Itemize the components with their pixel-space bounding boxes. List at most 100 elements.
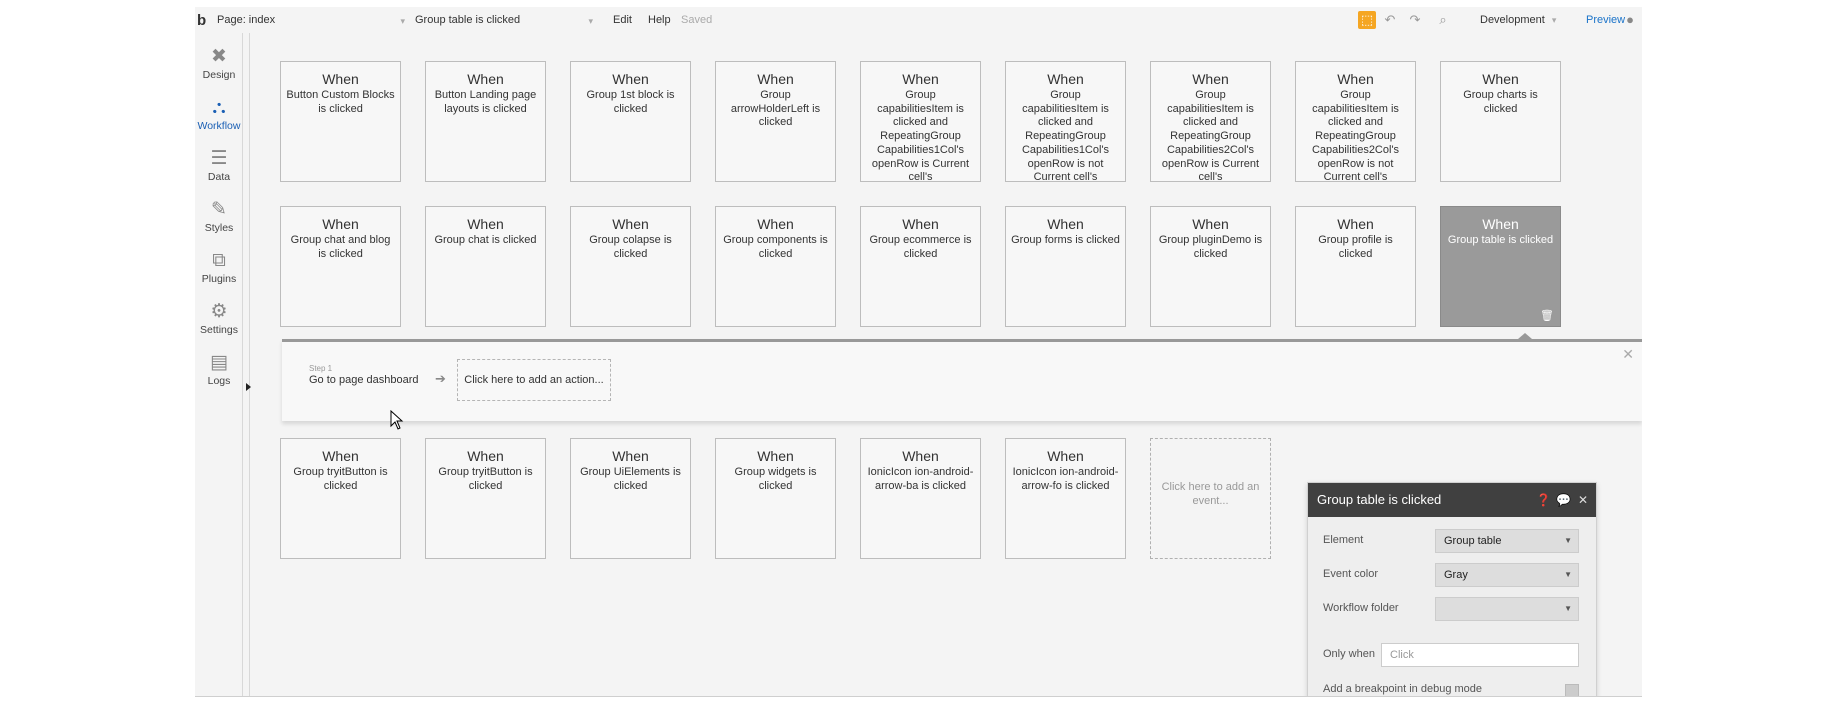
event-card[interactable]: When Button Custom Blocks is clicked [280, 61, 401, 182]
page-selector-label: Page: index [217, 14, 276, 26]
event-description: Group capabilitiesItem is clicked and Re… [871, 89, 970, 182]
help-icon[interactable]: ❓ [1536, 483, 1551, 517]
event-when: When [1192, 71, 1229, 87]
property-editor-title: Group table is clicked [1317, 492, 1442, 507]
only-when-input[interactable]: Click [1381, 643, 1579, 667]
chevron-down-icon: ▼ [1564, 536, 1572, 545]
property-editor-header[interactable]: Group table is clicked ❓ 💬 ✕ [1308, 483, 1596, 517]
event-when: When [467, 71, 504, 87]
event-card[interactable]: When Group chat and blog is clicked [280, 206, 401, 327]
sidebar-item-plugins[interactable]: ⧉ Plugins [195, 247, 243, 297]
top-toolbar: b Page: index ▾ Group table is clicked ▾… [195, 7, 1642, 33]
undo-icon[interactable]: ↶ [1381, 11, 1399, 29]
user-avatar-icon[interactable]: ● [1621, 11, 1639, 29]
sidebar-item-label: Settings [200, 324, 238, 336]
mouse-cursor-icon [390, 410, 404, 430]
event-when: When [1192, 216, 1229, 232]
search-icon[interactable]: ⌕ [1434, 11, 1452, 29]
preview-link[interactable]: Preview [1586, 14, 1625, 26]
event-card[interactable]: When Group capabilitiesItem is clicked a… [1150, 61, 1271, 182]
event-card[interactable]: When Group tryitButton is clicked [280, 438, 401, 559]
event-card[interactable]: When Group tryitButton is clicked [425, 438, 546, 559]
chevron-down-icon: ▼ [1564, 570, 1572, 579]
environment-selector[interactable]: Development ▾ [1480, 14, 1556, 26]
event-card[interactable]: When Group arrowHolderLeft is clicked [715, 61, 836, 182]
event-selector[interactable]: Group table is clicked ▾ [415, 14, 593, 26]
event-when: When [1337, 71, 1374, 87]
close-icon[interactable]: ✕ [1622, 346, 1634, 363]
element-dropdown[interactable]: Group table ▼ [1435, 529, 1579, 553]
close-icon[interactable]: ✕ [1578, 483, 1588, 517]
chevron-down-icon: ▾ [588, 16, 593, 26]
event-when: When [757, 448, 794, 464]
event-card[interactable]: When Group charts is clicked [1440, 61, 1561, 182]
sidebar-item-data[interactable]: ☰ Data [195, 145, 243, 195]
sidebar-item-styles[interactable]: ✎ Styles [195, 196, 243, 246]
event-description: Group tryitButton is clicked [293, 466, 388, 492]
event-description: Group chat and blog is clicked [290, 234, 391, 260]
menu-help[interactable]: Help [648, 14, 671, 26]
event-description: Group 1st block is clicked [586, 89, 675, 115]
event-when: When [1047, 71, 1084, 87]
sidebar-item-label: Plugins [201, 273, 237, 285]
add-event-button[interactable]: Click here to add an event... [1150, 438, 1271, 559]
event-card[interactable]: When Group 1st block is clicked [570, 61, 691, 182]
event-description: Group chat is clicked [434, 234, 537, 246]
sidebar-item-label: Workflow [197, 120, 241, 132]
event-card[interactable]: When Group capabilitiesItem is clicked a… [1005, 61, 1126, 182]
add-action-button[interactable]: Click here to add an action... [457, 359, 611, 401]
sidebar-item-logs[interactable]: ▤ Logs [195, 349, 243, 399]
event-card[interactable]: When IonicIcon ion-android-arrow-fo is c… [1005, 438, 1126, 559]
sidebar-item-workflow[interactable]: ⛬ Workflow [195, 94, 243, 144]
event-card[interactable]: When Group capabilitiesItem is clicked a… [860, 61, 981, 182]
gift-icon[interactable]: ⬚ [1358, 11, 1376, 29]
event-card-selected[interactable]: When Group table is clicked 🗑 [1440, 206, 1561, 327]
sidebar-divider [249, 33, 250, 696]
comment-icon[interactable]: 💬 [1556, 483, 1571, 517]
sidebar-item-settings[interactable]: ⚙ Settings [195, 298, 243, 348]
sidebar-item-design[interactable]: ✖ Design [195, 43, 243, 93]
step-label: Step 1 [309, 364, 333, 373]
event-color-row: Event color Gray ▼ [1323, 563, 1585, 587]
event-card[interactable]: When Button Landing page layouts is clic… [425, 61, 546, 182]
event-card[interactable]: When Group components is clicked [715, 206, 836, 327]
event-when: When [322, 216, 359, 232]
event-description: Group widgets is clicked [734, 466, 817, 492]
breakpoint-label: Add a breakpoint in debug mode [1323, 683, 1483, 695]
event-when: When [902, 71, 939, 87]
event-card[interactable]: When Group widgets is clicked [715, 438, 836, 559]
trash-icon[interactable]: 🗑 [1540, 309, 1554, 322]
saved-status: Saved [681, 14, 713, 26]
event-when: When [902, 448, 939, 464]
menu-edit[interactable]: Edit [613, 14, 632, 26]
expand-arrow-icon[interactable] [246, 383, 251, 391]
event-property-editor: Group table is clicked ❓ 💬 ✕ Element Gro… [1307, 482, 1597, 696]
action-step[interactable]: Step 1 Go to page dashboard [309, 364, 418, 386]
event-description: Group capabilitiesItem is clicked and Re… [1161, 89, 1260, 182]
event-card[interactable]: When Group chat is clicked [425, 206, 546, 327]
event-when: When [322, 71, 359, 87]
event-card[interactable]: When IonicIcon ion-android-arrow-ba is c… [860, 438, 981, 559]
event-when: When [1047, 216, 1084, 232]
redo-icon[interactable]: ↷ [1406, 11, 1424, 29]
event-card[interactable]: When Group UiElements is clicked [570, 438, 691, 559]
event-card[interactable]: When Group colapse is clicked [570, 206, 691, 327]
event-when: When [902, 216, 939, 232]
event-card[interactable]: When Group ecommerce is clicked [860, 206, 981, 327]
event-when: When [1482, 216, 1519, 232]
event-description: Group tryitButton is clicked [438, 466, 533, 492]
event-when: When [612, 216, 649, 232]
workflow-folder-label: Workflow folder [1323, 602, 1399, 614]
workflow-actions-panel: ✕ Step 1 Go to page dashboard ➔ Click he… [282, 333, 1642, 421]
event-card[interactable]: When Group capabilitiesItem is clicked a… [1295, 61, 1416, 182]
environment-label: Development [1480, 14, 1545, 26]
event-card[interactable]: When Group forms is clicked [1005, 206, 1126, 327]
event-description: IonicIcon ion-android-arrow-fo is clicke… [1012, 466, 1119, 492]
page-selector[interactable]: Page: index ▾ [217, 14, 405, 26]
workflow-folder-dropdown[interactable]: ▼ [1435, 597, 1579, 621]
event-selector-label: Group table is clicked [415, 14, 521, 26]
event-card[interactable]: When Group pluginDemo is clicked [1150, 206, 1271, 327]
event-color-dropdown[interactable]: Gray ▼ [1435, 563, 1579, 587]
breakpoint-checkbox[interactable] [1565, 684, 1579, 696]
event-card[interactable]: When Group profile is clicked [1295, 206, 1416, 327]
